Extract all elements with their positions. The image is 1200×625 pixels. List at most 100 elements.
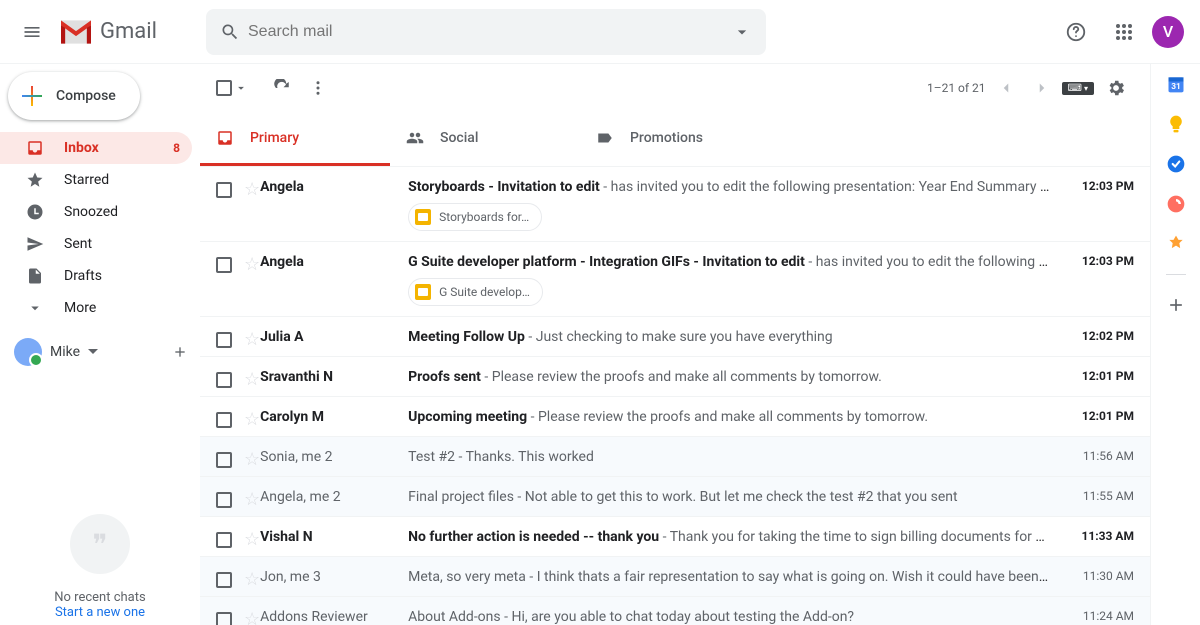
select-checkbox[interactable] — [216, 532, 232, 548]
message-row[interactable]: ☆ Angela Storyboards - Invitation to edi… — [200, 167, 1150, 242]
more-actions-button[interactable] — [300, 70, 336, 106]
adobe-icon[interactable] — [1166, 194, 1186, 214]
timestamp: 11:56 AM — [1058, 437, 1134, 463]
select-checkbox[interactable] — [216, 412, 232, 428]
timestamp: 11:30 AM — [1058, 557, 1134, 583]
refresh-button[interactable] — [264, 70, 300, 106]
star-button[interactable]: ☆ — [244, 489, 260, 510]
message-row[interactable]: ☆ Carolyn M Upcoming meeting - Please re… — [200, 397, 1150, 437]
select-checkbox[interactable] — [216, 572, 232, 588]
subject: Proofs sent — [408, 369, 481, 385]
message-row[interactable]: ☆ Angela, me 2 Final project files - Not… — [200, 477, 1150, 517]
caret-down-icon — [732, 22, 752, 42]
no-chats-text: No recent chats — [0, 590, 200, 605]
message-row[interactable]: ☆ Angela G Suite developer platform - In… — [200, 242, 1150, 317]
chat-user-name: Mike — [50, 344, 80, 360]
star-button[interactable]: ☆ — [244, 609, 260, 625]
app-header: Gmail V — [0, 0, 1200, 64]
sidebar-item-starred[interactable]: Starred — [0, 164, 192, 196]
settings-button[interactable] — [1098, 70, 1134, 106]
select-checkbox[interactable] — [216, 492, 232, 508]
account-avatar[interactable]: V — [1152, 16, 1184, 48]
timestamp: 12:02 PM — [1058, 317, 1134, 343]
more-vert-icon — [309, 79, 327, 97]
message-list[interactable]: ☆ Angela Storyboards - Invitation to edi… — [200, 167, 1150, 625]
star-button[interactable]: ☆ — [244, 329, 260, 350]
start-chat-link[interactable]: Start a new one — [0, 605, 200, 620]
new-chat-button[interactable] — [172, 344, 188, 360]
select-checkbox[interactable] — [216, 612, 232, 625]
message-row[interactable]: ☆ Addons Reviewer About Add-ons - Hi, ar… — [200, 597, 1150, 625]
gmail-m-icon — [56, 12, 96, 52]
search-bar[interactable] — [206, 9, 766, 55]
attachment-chip[interactable]: Storyboards for… — [408, 203, 542, 231]
gmail-logo[interactable]: Gmail — [56, 12, 196, 52]
search-button[interactable] — [212, 14, 248, 50]
tag-icon — [596, 129, 614, 147]
send-icon — [26, 235, 46, 253]
search-options-button[interactable] — [724, 14, 760, 50]
select-checkbox[interactable] — [216, 257, 232, 273]
sidebar-item-drafts[interactable]: Drafts — [0, 260, 192, 292]
next-page-button[interactable] — [1026, 72, 1058, 104]
tasks-icon[interactable] — [1166, 154, 1186, 174]
sender: Sonia, me 2 — [260, 437, 408, 465]
sidebar-item-sent[interactable]: Sent — [0, 228, 192, 260]
star-button[interactable]: ☆ — [244, 369, 260, 390]
gear-icon — [1106, 78, 1126, 98]
people-icon — [406, 129, 424, 147]
nav-count: 8 — [173, 141, 180, 155]
message-row[interactable]: ☆ Sonia, me 2 Test #2 - Thanks. This wor… — [200, 437, 1150, 477]
snippet: Just checking to make sure you have ever… — [536, 329, 833, 345]
message-row[interactable]: ☆ Jon, me 3 Meta, so very meta - I think… — [200, 557, 1150, 597]
get-addons-button[interactable] — [1166, 295, 1186, 315]
sidebar-item-inbox[interactable]: Inbox8 — [0, 132, 192, 164]
subject: Test #2 — [408, 449, 455, 465]
select-checkbox[interactable] — [216, 452, 232, 468]
tab-label: Social — [440, 130, 478, 146]
chevron-right-icon — [1033, 79, 1051, 97]
compose-button[interactable]: Compose — [8, 72, 140, 120]
star-button[interactable]: ☆ — [244, 529, 260, 550]
inbox-icon — [216, 129, 234, 147]
prev-page-button[interactable] — [990, 72, 1022, 104]
star-button[interactable]: ☆ — [244, 254, 260, 275]
tab-social[interactable]: Social — [390, 112, 580, 166]
caret-down-icon[interactable] — [234, 81, 248, 95]
star-button[interactable]: ☆ — [244, 449, 260, 470]
select-all[interactable] — [216, 80, 248, 96]
calendar-icon[interactable]: 31 — [1166, 74, 1186, 94]
side-panel: 31 — [1150, 64, 1200, 625]
addon-icon[interactable] — [1166, 234, 1186, 254]
nav-label: Snoozed — [64, 204, 118, 220]
header-actions: V — [1056, 12, 1192, 52]
sender: Angela — [260, 167, 408, 195]
support-button[interactable] — [1056, 12, 1096, 52]
message-row[interactable]: ☆ Vishal N No further action is needed -… — [200, 517, 1150, 557]
main-menu-button[interactable] — [8, 8, 56, 56]
message-row[interactable]: ☆ Sravanthi N Proofs sent - Please revie… — [200, 357, 1150, 397]
sidebar-item-snoozed[interactable]: Snoozed — [0, 196, 192, 228]
star-button[interactable]: ☆ — [244, 409, 260, 430]
attachment-chip[interactable]: G Suite develop… — [408, 278, 543, 306]
timestamp: 11:24 AM — [1058, 597, 1134, 623]
gmail-wordmark: Gmail — [100, 19, 157, 44]
hangouts-header[interactable]: Mike — [0, 330, 200, 374]
message-row[interactable]: ☆ Julia A Meeting Follow Up - Just check… — [200, 317, 1150, 357]
snippet: Thank you for taking the time to sign bi… — [670, 529, 1050, 545]
attachment-chips: G Suite develop… — [408, 278, 1050, 306]
select-checkbox[interactable] — [216, 182, 232, 198]
hangouts-empty-state: ❞ No recent chats Start a new one — [0, 514, 200, 620]
star-button[interactable]: ☆ — [244, 569, 260, 590]
tab-primary[interactable]: Primary — [200, 112, 390, 166]
tab-promotions[interactable]: Promotions — [580, 112, 770, 166]
select-checkbox[interactable] — [216, 372, 232, 388]
sidebar-item-more[interactable]: More — [0, 292, 192, 324]
search-input[interactable] — [248, 23, 724, 41]
select-checkbox[interactable] — [216, 332, 232, 348]
keep-icon[interactable] — [1166, 114, 1186, 134]
apps-button[interactable] — [1104, 12, 1144, 52]
input-tools-button[interactable]: ⌨▾ — [1062, 82, 1094, 95]
star-button[interactable]: ☆ — [244, 179, 260, 200]
caret-down-icon[interactable] — [88, 347, 98, 357]
